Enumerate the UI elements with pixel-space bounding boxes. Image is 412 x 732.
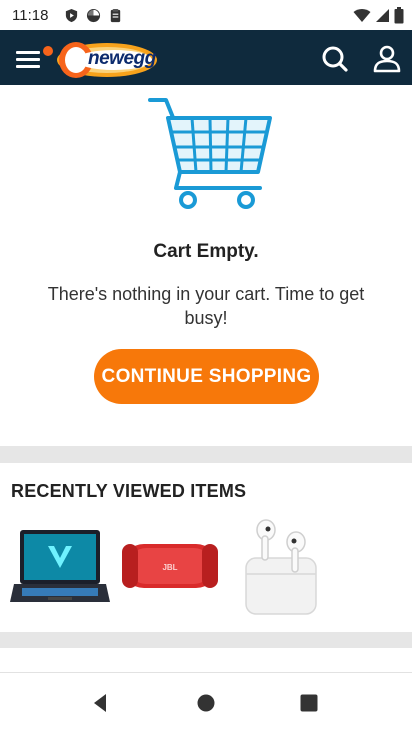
svg-text:JBL: JBL [162,563,177,572]
status-time: 11:18 [12,7,49,24]
account-icon [373,45,401,73]
section-divider [0,446,412,463]
system-nav-bar [0,672,412,732]
search-button[interactable] [318,42,352,76]
wifi-icon [353,9,371,22]
newegg-logo[interactable]: newegg [54,36,160,80]
signal-icon [376,9,389,22]
recently-viewed-title: RECENTLY VIEWED ITEMS [11,481,247,501]
play-protect-icon [65,8,78,23]
status-app-icons [64,8,123,23]
nav-home-button[interactable] [194,691,218,715]
home-icon [197,694,215,712]
menu-button[interactable] [14,44,53,72]
status-system-icons [353,7,404,24]
recents-icon [300,694,318,712]
recent-item-speaker[interactable]: JBL [118,512,222,622]
pinwheel-icon [86,8,101,23]
recently-viewed-list: JBL [0,512,412,622]
account-button[interactable] [370,42,404,76]
status-bar: 11:18 [0,0,412,30]
gaming-laptop-image [10,530,110,602]
notification-dot [43,46,53,56]
cart-empty-title: Cart Empty. [153,241,259,262]
continue-shopping-button[interactable]: CONTINUE SHOPPING [94,349,319,404]
clipboard-icon [110,8,121,23]
section-divider-bottom [0,632,412,648]
logo-wordmark: newegg [88,48,156,69]
wireless-earbuds-image [245,519,317,615]
nav-recents-button[interactable] [297,691,321,715]
nav-back-button[interactable] [89,691,113,715]
back-icon [94,694,106,712]
search-icon [322,46,348,72]
recent-item-laptop[interactable] [8,512,112,622]
battery-icon [394,7,404,24]
recent-item-earbuds[interactable] [236,512,324,622]
app-header: newegg [0,30,412,85]
portable-speaker-image: JBL [122,544,218,588]
hamburger-menu-icon [16,51,40,54]
shopping-cart-icon [146,92,274,216]
cart-empty-message: There's nothing in your cart. Time to ge… [47,284,365,328]
